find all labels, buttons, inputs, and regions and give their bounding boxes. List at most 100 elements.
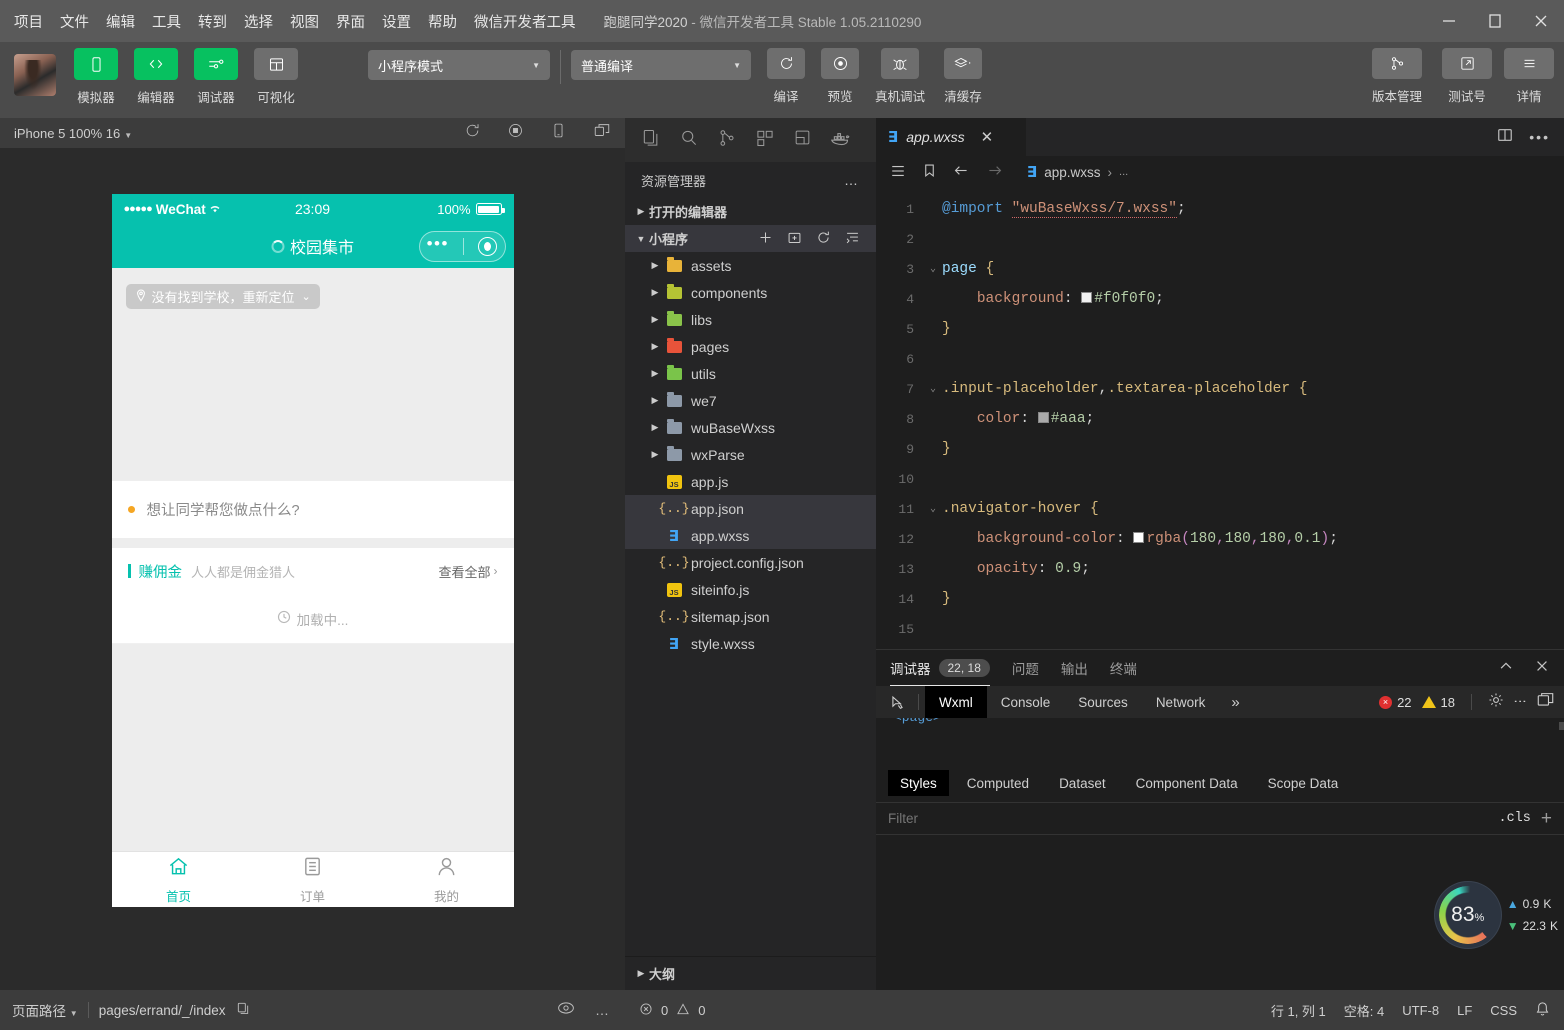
file-tree-item[interactable]: ∃app.wxss — [625, 522, 876, 549]
preview-button[interactable]: 预览 — [815, 48, 865, 105]
chevron-up-icon[interactable] — [1498, 658, 1514, 679]
eye-icon[interactable] — [557, 1001, 575, 1020]
external-link-icon[interactable] — [1442, 48, 1492, 79]
split-icon[interactable] — [793, 128, 812, 152]
real-device-debug-button[interactable]: 真机调试 — [869, 48, 931, 105]
test-account-button[interactable]: 测试号 — [1436, 48, 1498, 105]
add-style-rule-button[interactable]: + — [1541, 808, 1564, 830]
chevron-right-icon[interactable]: ▶ — [647, 395, 663, 406]
file-tree-item[interactable]: ▶utils — [625, 360, 876, 387]
tabbar-item-orders[interactable]: 订单 — [246, 852, 380, 907]
code-line[interactable]: 15 — [876, 614, 1564, 644]
file-tree-item[interactable]: ▶wuBaseWxss — [625, 414, 876, 441]
layout-icon[interactable] — [254, 48, 298, 80]
code-line[interactable]: 14} — [876, 584, 1564, 614]
kebab-icon[interactable]: ⋮ — [1514, 695, 1527, 709]
code-icon[interactable] — [134, 48, 178, 80]
devtools-tab-console[interactable]: Console — [987, 686, 1065, 718]
chevron-right-icon[interactable]: ▶ — [647, 341, 663, 352]
hamburger-icon[interactable] — [1504, 48, 1554, 79]
bell-icon[interactable] — [1535, 1001, 1550, 1020]
devtools-tab-network[interactable]: Network — [1142, 686, 1220, 718]
chevron-right-icon[interactable]: ▶ — [647, 422, 663, 433]
styles-tab-computed[interactable]: Computed — [955, 770, 1041, 796]
menu-item-edit[interactable]: 编辑 — [106, 11, 135, 32]
outline-section[interactable]: ▶ 大纲 — [625, 956, 876, 990]
file-tree-item[interactable]: ▶wxParse — [625, 441, 876, 468]
phone-icon[interactable] — [550, 122, 567, 144]
location-pill[interactable]: 没有找到学校，重新定位 ⌄ — [126, 284, 320, 309]
file-tree-item[interactable]: {..}app.json — [625, 495, 876, 522]
compile-select[interactable]: 普通编译 ▼ — [571, 50, 751, 80]
file-tree-item[interactable]: ▶libs — [625, 306, 876, 333]
source-control-icon[interactable] — [717, 128, 737, 153]
eye-icon[interactable] — [821, 48, 859, 79]
language-mode[interactable]: CSS — [1490, 1003, 1517, 1018]
devtools-more-tabs-icon[interactable]: » — [1219, 694, 1251, 711]
menu-item-project[interactable]: 项目 — [14, 11, 43, 32]
inspect-element-icon[interactable] — [882, 695, 912, 710]
compile-button[interactable]: 编译 — [761, 48, 811, 105]
refresh-icon[interactable] — [767, 48, 805, 79]
styles-tab-styles[interactable]: Styles — [888, 770, 949, 796]
docker-icon[interactable] — [830, 130, 851, 151]
layers-icon[interactable] — [944, 48, 982, 79]
view-all-link[interactable]: 查看全部 › — [438, 562, 497, 581]
wechat-capsule[interactable]: ••• — [419, 231, 506, 262]
warning-count-badge[interactable]: 18 — [1422, 695, 1455, 710]
debugger-tab-debugger[interactable]: 调试器 22, 18 — [890, 650, 990, 686]
code-line[interactable]: 10 — [876, 464, 1564, 494]
performance-widget[interactable]: 83% ▲ 0.9K ▼ 22.3K — [1435, 882, 1558, 948]
files-icon[interactable] — [641, 128, 661, 153]
cursor-position[interactable]: 行 1, 列 1 — [1271, 1001, 1326, 1020]
visualizer-toggle[interactable]: 可视化 — [250, 48, 302, 106]
chevron-right-icon[interactable]: ▶ — [647, 314, 663, 325]
code-line[interactable]: 1@import "wuBaseWxss/7.wxss"; — [876, 194, 1564, 224]
page-path-selector[interactable]: 页面路径 ▼ — [12, 1000, 78, 1020]
code-line[interactable]: 2 — [876, 224, 1564, 254]
styles-tab-scope-data[interactable]: Scope Data — [1256, 770, 1351, 796]
indent-setting[interactable]: 空格: 4 — [1344, 1001, 1384, 1020]
file-tree-item[interactable]: {..}project.config.json — [625, 549, 876, 576]
split-editor-icon[interactable] — [1497, 127, 1513, 148]
file-tree-item[interactable]: JSsiteinfo.js — [625, 576, 876, 603]
menu-item-file[interactable]: 文件 — [60, 11, 89, 32]
debugger-tab-output[interactable]: 输出 — [1061, 650, 1088, 686]
search-icon[interactable] — [679, 128, 699, 153]
device-selector[interactable]: iPhone 5 100% 16▼ — [14, 126, 132, 141]
ask-row[interactable]: 想让同学帮您做点什么? — [112, 480, 514, 538]
code-line[interactable]: 3⌄page { — [876, 254, 1564, 284]
close-icon[interactable] — [1534, 658, 1550, 679]
file-tree-item[interactable]: ▶pages — [625, 333, 876, 360]
record-icon[interactable] — [507, 122, 524, 144]
debugger-toggle[interactable]: 调试器 — [190, 48, 242, 106]
new-file-icon[interactable] — [758, 230, 773, 248]
chevron-right-icon[interactable]: ▶ — [647, 368, 663, 379]
refresh-icon[interactable] — [464, 122, 481, 144]
file-tree-item[interactable]: ▶assets — [625, 252, 876, 279]
tabbar-item-home[interactable]: 首页 — [112, 852, 246, 907]
code-line[interactable]: 11⌄.navigator-hover { — [876, 494, 1564, 524]
close-icon[interactable]: ✕ — [981, 128, 994, 146]
code-line[interactable]: 7⌄.input-placeholder,.textarea-placehold… — [876, 374, 1564, 404]
code-line[interactable]: 4 background: #f0f0f0; — [876, 284, 1564, 314]
forward-icon[interactable] — [986, 162, 1003, 182]
file-tree-item[interactable]: JSapp.js — [625, 468, 876, 495]
fold-toggle-icon[interactable]: ⌄ — [924, 383, 942, 395]
capsule-close-icon[interactable] — [478, 237, 497, 256]
extensions-icon[interactable] — [755, 128, 775, 153]
code-line[interactable]: 8 color: #aaa; — [876, 404, 1564, 434]
menu-item-select[interactable]: 选择 — [244, 11, 273, 32]
styles-tab-component-data[interactable]: Component Data — [1124, 770, 1250, 796]
menu-item-view[interactable]: 视图 — [290, 11, 319, 32]
bookmark-icon[interactable] — [922, 163, 937, 181]
devtools-tab-wxml[interactable]: Wxml — [925, 686, 987, 718]
gear-icon[interactable] — [1488, 692, 1504, 713]
file-tree-item[interactable]: {..}sitemap.json — [625, 603, 876, 630]
menu-item-help[interactable]: 帮助 — [428, 11, 457, 32]
git-branch-icon[interactable] — [1372, 48, 1422, 79]
chevron-right-icon[interactable]: ▶ — [647, 449, 663, 460]
problems-indicator[interactable]: 0 0 — [625, 1002, 705, 1019]
editor-toggle[interactable]: 编辑器 — [130, 48, 182, 106]
back-icon[interactable] — [953, 162, 970, 182]
